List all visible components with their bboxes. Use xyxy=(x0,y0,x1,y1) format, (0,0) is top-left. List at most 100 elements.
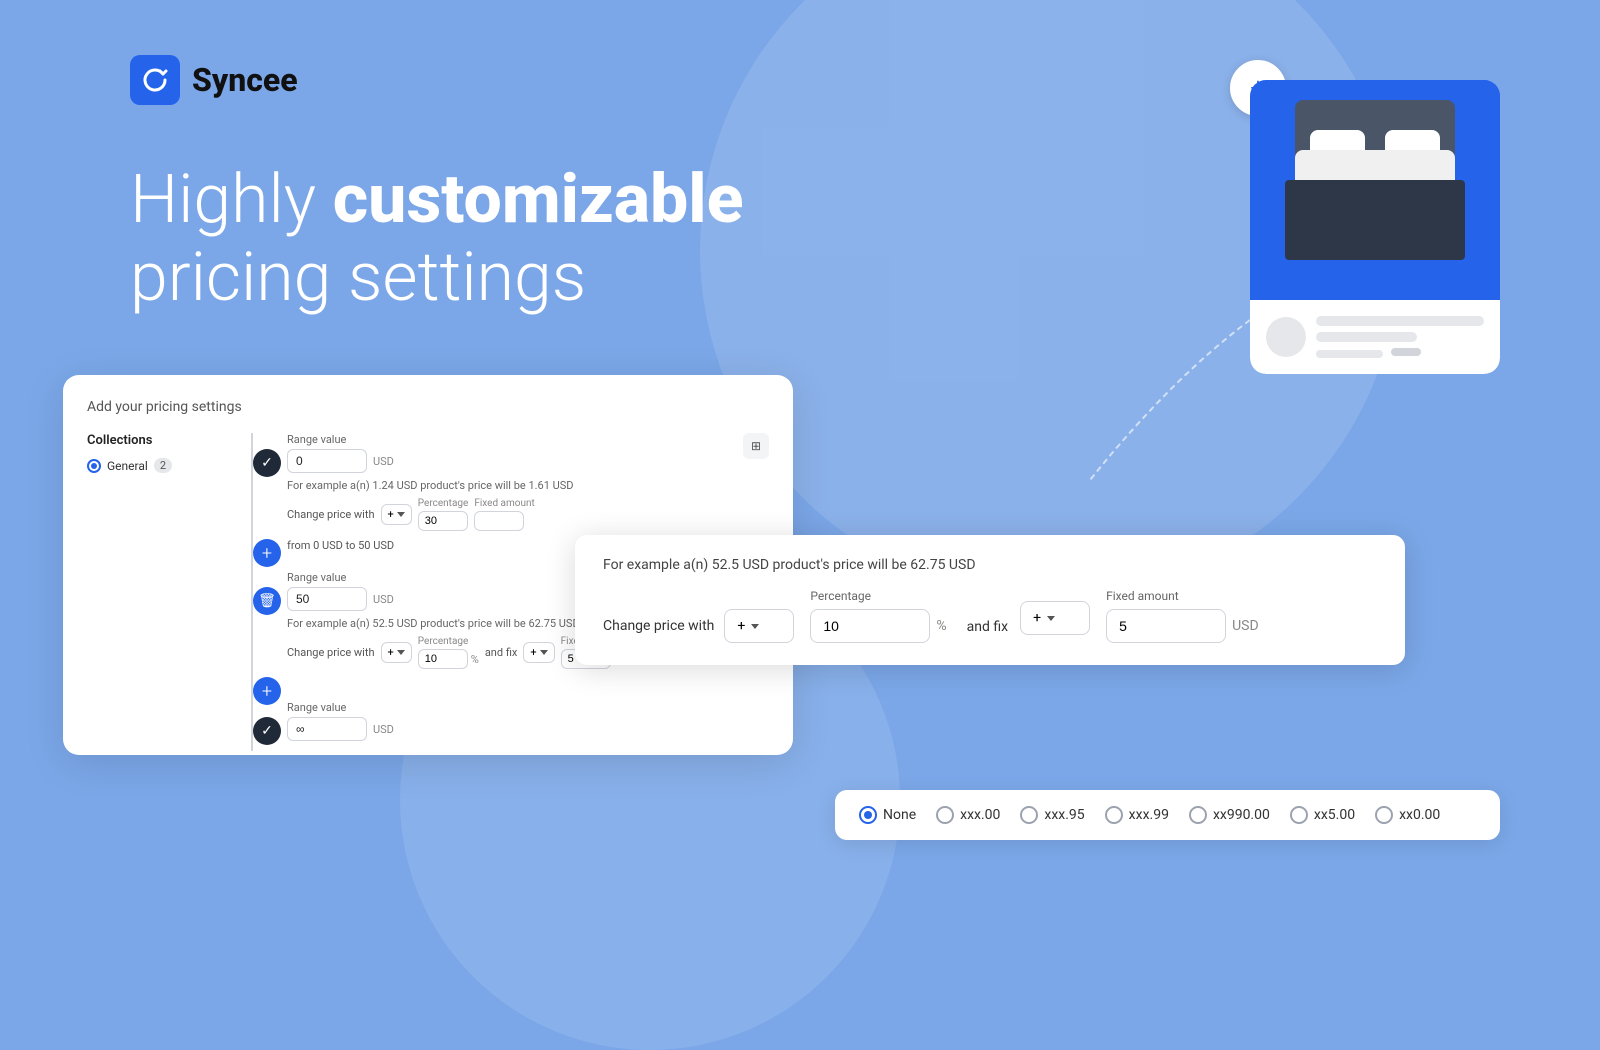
headline-line1-normal: Highly xyxy=(130,159,333,239)
radio-circle-4 xyxy=(1189,806,1207,824)
popup-fixed-group: Fixed amount USD xyxy=(1106,589,1259,643)
product-line-sm-1 xyxy=(1316,350,1383,358)
popup-fixed-input[interactable] xyxy=(1106,609,1226,643)
product-image xyxy=(1250,80,1500,300)
change-price-row-1: Change price with + Percentage Fixed amo… xyxy=(267,498,769,531)
radio-options-bar: None xxx.00 xxx.95 xxx.99 xx990.00 xx5.00 xx0.… xyxy=(835,790,1500,840)
popup-pct-input[interactable] xyxy=(810,609,930,643)
popup-example-text: For example a(n) 52.5 USD product's pric… xyxy=(603,557,1377,573)
large-popup: For example a(n) 52.5 USD product's pric… xyxy=(575,535,1405,665)
radio-option-xxx00[interactable]: xxx.00 xyxy=(936,806,1000,824)
syncee-logo-icon xyxy=(130,55,180,105)
circle-check-start[interactable]: ✓ xyxy=(253,449,281,477)
popup-change-group: Change price with + xyxy=(603,609,794,643)
radio-option-xxx99[interactable]: xxx.99 xyxy=(1105,806,1169,824)
popup-sign-select[interactable]: + xyxy=(724,609,794,643)
popup-and-fix-area: and fix + xyxy=(963,601,1090,643)
change-price-label-1: Change price with xyxy=(287,508,375,521)
radio-label-1: xxx.00 xyxy=(960,807,1000,823)
radio-label-0: None xyxy=(883,807,916,823)
pct-label-1: Percentage xyxy=(418,498,469,509)
add-area-2: + xyxy=(267,677,769,697)
popup-fix-sign: + xyxy=(1033,610,1041,626)
pct-input-1[interactable] xyxy=(418,511,468,531)
radio-option-None[interactable]: None xyxy=(859,806,916,824)
radio-label-5: xx5.00 xyxy=(1314,807,1355,823)
popup-fix-sign-select[interactable]: + xyxy=(1020,601,1090,635)
popup-change-label: Change price with xyxy=(603,618,714,634)
popup-sign-chevron xyxy=(751,624,759,629)
popup-fix-chevron xyxy=(1047,616,1055,621)
range-input-0[interactable] xyxy=(287,449,367,473)
product-lines-row xyxy=(1316,348,1484,358)
pct-symbol-2: % xyxy=(471,653,479,666)
collection-badge: 2 xyxy=(154,458,172,473)
product-avatar xyxy=(1266,317,1306,357)
currency-0: USD xyxy=(373,455,394,468)
radio-label-2: xxx.95 xyxy=(1044,807,1084,823)
product-line-2 xyxy=(1316,332,1417,342)
radio-circle-3 xyxy=(1105,806,1123,824)
sign-select-1[interactable]: + xyxy=(381,504,412,525)
popup-fixed-control: USD xyxy=(1106,609,1259,643)
popup-pct-control: % xyxy=(810,609,946,643)
collections-label: Collections xyxy=(87,433,217,448)
circle-delete-1[interactable]: 🗑 xyxy=(253,587,281,615)
pricing-card-title: Add your pricing settings xyxy=(87,399,769,415)
range-row-start: ✓ Range value USD xyxy=(267,433,769,473)
logo-area: Syncee xyxy=(130,55,298,105)
popup-pct-group: Percentage % xyxy=(810,589,946,643)
headline: Highly customizable pricing settings xyxy=(130,160,744,316)
add-button-1[interactable]: + xyxy=(253,539,281,567)
range-input-1[interactable] xyxy=(287,587,367,611)
popup-fixed-label: Fixed amount xyxy=(1106,589,1259,603)
radio-circle-1 xyxy=(936,806,954,824)
popup-pct-unit: % xyxy=(936,618,946,634)
radio-label-3: xxx.99 xyxy=(1129,807,1169,823)
radio-circle-5 xyxy=(1290,806,1308,824)
range-input-row-end: USD xyxy=(287,717,769,741)
product-card: + xyxy=(1250,80,1500,374)
collections-panel: Collections General 2 xyxy=(87,433,217,751)
product-line-1 xyxy=(1316,316,1484,326)
range-input-end[interactable] xyxy=(287,717,367,741)
radio-circle-0 xyxy=(859,806,877,824)
sign-select-2[interactable]: + xyxy=(381,642,412,663)
fix-sign-select-2[interactable]: + xyxy=(523,642,554,663)
product-info-row xyxy=(1266,316,1484,358)
popup-fixed-unit: USD xyxy=(1232,618,1259,634)
collection-item-label: General xyxy=(107,459,148,473)
radio-option-xx500[interactable]: xx5.00 xyxy=(1290,806,1355,824)
currency-1: USD xyxy=(373,593,394,606)
popup-sign-value: + xyxy=(737,618,745,634)
range-label-end: Range value xyxy=(287,701,769,714)
range-row-end: ✓ Range value USD xyxy=(267,701,769,741)
brand-name: Syncee xyxy=(192,61,298,99)
timeline-line xyxy=(251,433,253,751)
popup-pct-label: Percentage xyxy=(810,589,946,603)
radio-label-4: xx990.00 xyxy=(1213,807,1270,823)
change-price-label-2: Change price with xyxy=(287,646,375,659)
product-lines xyxy=(1316,316,1484,358)
collection-item[interactable]: General 2 xyxy=(87,458,217,473)
pct-label-2: Percentage xyxy=(418,636,479,647)
headline-line2: pricing settings xyxy=(130,237,586,317)
and-fix-label-2: and fix xyxy=(485,646,518,659)
bed-illustration xyxy=(1275,110,1475,270)
radio-label-6: xx0.00 xyxy=(1399,807,1440,823)
popup-and-fix-label: and fix xyxy=(967,619,1008,635)
radio-option-xxx95[interactable]: xxx.95 xyxy=(1020,806,1084,824)
range-input-row-0: USD xyxy=(287,449,769,473)
collection-radio[interactable] xyxy=(87,459,101,473)
radio-circle-6 xyxy=(1375,806,1393,824)
popup-fields-row: Change price with + Percentage % and fix… xyxy=(603,589,1377,643)
radio-option-xx000[interactable]: xx0.00 xyxy=(1375,806,1440,824)
range-label-0: Range value xyxy=(287,433,769,446)
fixed-label-1: Fixed amount xyxy=(474,498,534,509)
product-line-sm-2 xyxy=(1391,348,1421,356)
radio-option-xx99000[interactable]: xx990.00 xyxy=(1189,806,1270,824)
fixed-input-1[interactable] xyxy=(474,511,524,531)
currency-end: USD xyxy=(373,723,394,736)
circle-check-end[interactable]: ✓ xyxy=(253,717,281,745)
pct-input-2[interactable] xyxy=(418,649,468,669)
